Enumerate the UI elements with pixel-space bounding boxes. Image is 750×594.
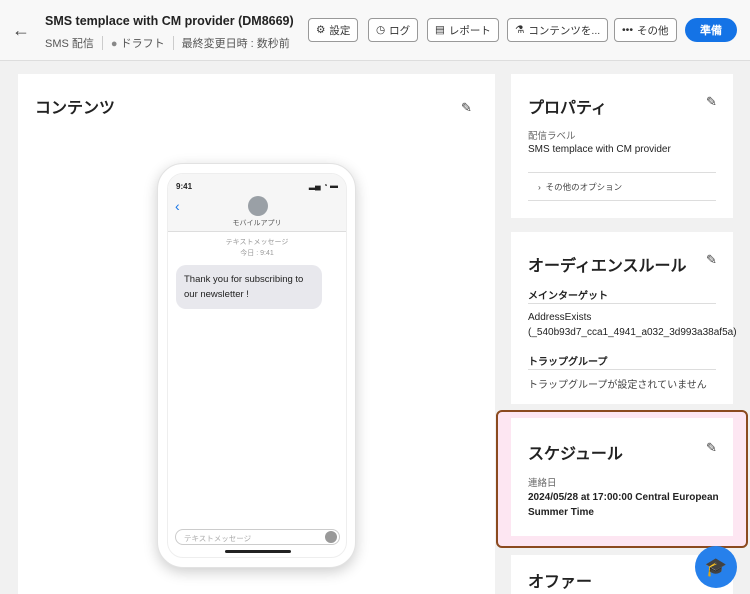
properties-card: プロパティ ✎ 配信ラベル SMS templace with CM provi… (511, 74, 733, 218)
trap-group-label: トラップグループ (528, 357, 608, 368)
learn-icon[interactable]: 🎓 (695, 546, 737, 588)
phone-time: 9:41 (176, 182, 193, 191)
more-options-toggle[interactable]: › その他のオプション (538, 181, 622, 193)
page-title: SMS templace with CM provider (DM8669) (45, 14, 294, 28)
channel: SMS 配信 (45, 38, 94, 50)
back-arrow-icon[interactable]: ← (12, 20, 30, 41)
schedule-value: 2024/05/28 at 17:00:00 Central European … (528, 492, 719, 518)
schedule-caption: 連絡日 (528, 478, 557, 489)
content-title: コンテンツ (35, 100, 116, 117)
more-button[interactable]: ••• その他 (614, 18, 677, 42)
modified-time: 最終変更日時 : 数秒前 (181, 38, 290, 50)
prepare-button[interactable]: 準備 (685, 18, 737, 42)
report-icon: ▤ (435, 24, 445, 36)
report-button[interactable]: ▤ レポート (427, 18, 499, 42)
message-bubble: Thank you for subscribing to our newslet… (176, 265, 322, 309)
send-icon[interactable] (325, 531, 337, 543)
test-content-button[interactable]: ⚗ コンテンツを... (507, 18, 609, 42)
ellipsis-icon: ••• (622, 24, 634, 36)
thread-label: テキストメッセージ (225, 239, 289, 246)
chevron-left-icon[interactable]: ‹ (175, 198, 180, 214)
trap-group-value: トラップグループが設定されていません (528, 380, 707, 391)
status-badge: ● ドラフト (110, 38, 165, 50)
settings-button[interactable]: ⚙ 設定 (308, 18, 359, 42)
subtitle: SMS 配信 ● ドラフト 最終変更日時 : 数秒前 (45, 35, 290, 51)
gear-icon: ⚙ (316, 24, 326, 36)
properties-title: プロパティ (528, 100, 608, 117)
label-value: SMS templace with CM provider (528, 144, 671, 155)
contact-name: モバイルアプリ (232, 220, 282, 227)
thread-time: 今日 : 9:41 (240, 250, 274, 257)
schedule-title: スケジュール (528, 446, 623, 463)
schedule-card[interactable]: スケジュール ✎ 連絡日 2024/05/28 at 17:00:00 Cent… (511, 418, 733, 536)
log-button[interactable]: ◷ ログ (368, 18, 419, 42)
main-target-label: メインターゲット (528, 291, 608, 302)
offer-title: オファー (528, 574, 593, 591)
signal-icon: ▂▄ ◔ ▬ (308, 181, 338, 190)
audience-title: オーディエンスルール (528, 258, 687, 275)
home-indicator (225, 550, 291, 553)
main-target-value: AddressExists (_540b93d7_cca1_4941_a032_… (528, 312, 737, 338)
message-input[interactable]: テキストメッセージ (175, 529, 340, 545)
label-caption: 配信ラベル (528, 131, 576, 142)
edit-icon[interactable]: ✎ (706, 252, 717, 268)
header: ← SMS templace with CM provider (DM8669)… (0, 0, 750, 61)
history-icon: ◷ (376, 24, 386, 36)
phone-preview: 9:41 ▂▄ ◔ ▬ ‹ モバイルアプリ テキストメッセージ 今日 : 9:41… (157, 163, 356, 568)
avatar (248, 196, 268, 216)
edit-icon[interactable]: ✎ (706, 440, 717, 456)
edit-icon[interactable]: ✎ (461, 100, 472, 116)
edit-icon[interactable]: ✎ (706, 94, 717, 110)
beaker-icon: ⚗ (515, 24, 525, 36)
audience-card: オーディエンスルール ✎ メインターゲット AddressExists (_54… (511, 232, 737, 404)
